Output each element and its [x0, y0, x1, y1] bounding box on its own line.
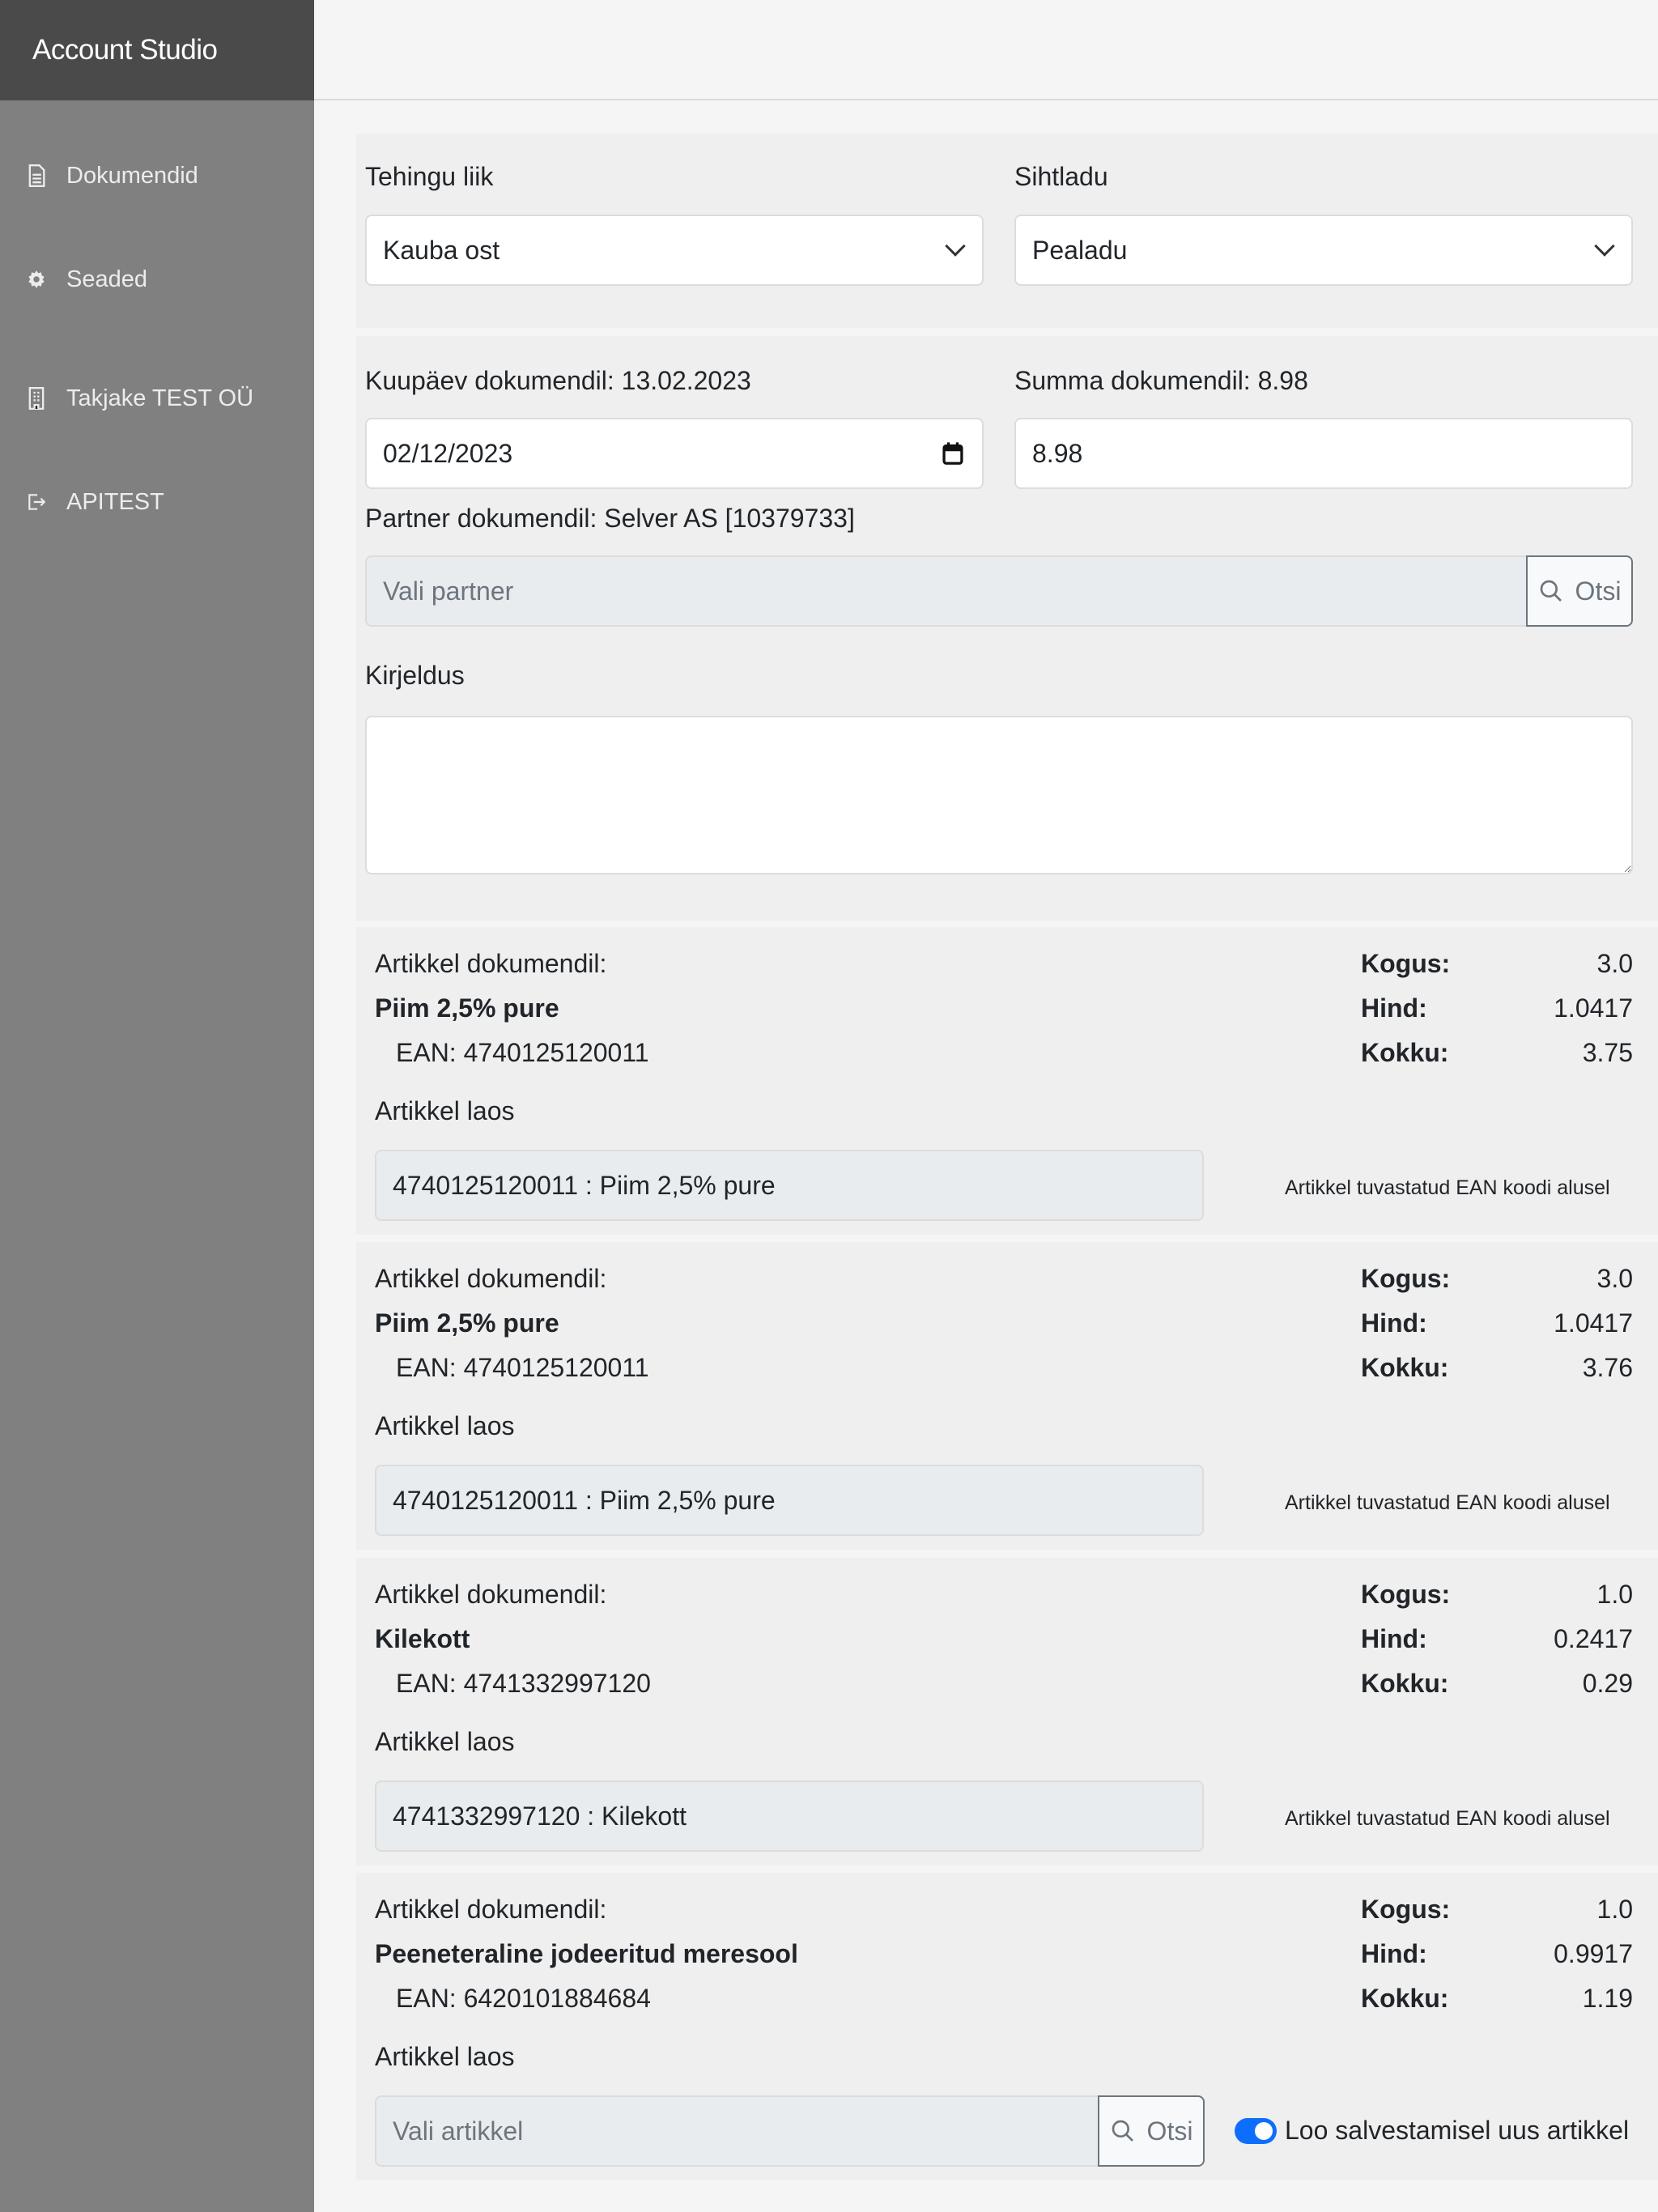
total-value: 3.75 — [1582, 1038, 1633, 1067]
item-doc-label: Artikkel dokumendil: — [375, 1264, 607, 1293]
qty-value: 1.0 — [1596, 1895, 1633, 1924]
price-value: 1.0417 — [1554, 1308, 1633, 1338]
item-ean: EAN: 4741332997120 — [396, 1669, 651, 1698]
item-name: Piim 2,5% pure — [375, 993, 559, 1023]
sidebar-item-label: Dokumendid — [66, 162, 198, 189]
date-value: 02/12/2023 — [383, 438, 513, 468]
sidebar-item-company[interactable]: Takjake TEST OÜ — [0, 374, 314, 423]
chevron-down-icon — [945, 236, 966, 257]
partner-label: Partner dokumendil: Selver AS [10379733] — [365, 504, 855, 533]
search-icon — [1112, 2120, 1133, 2142]
sum-value: 8.98 — [1032, 438, 1083, 468]
partner-input[interactable]: Vali partner — [365, 555, 1528, 627]
search-button-label: Otsi — [1146, 2116, 1193, 2146]
transaction-type-value: Kauba ost — [383, 235, 500, 265]
price-label: Hind: — [1361, 1624, 1427, 1653]
warehouse-value: Pealadu — [1032, 235, 1128, 265]
stock-article-value: 4740125120011 : Piim 2,5% pure — [393, 1170, 776, 1200]
search-button-label: Otsi — [1575, 576, 1622, 606]
date-input[interactable]: 02/12/2023 — [365, 418, 984, 489]
logout-icon — [26, 489, 47, 515]
item-name: Piim 2,5% pure — [375, 1308, 559, 1338]
sidebar-item-label: Seaded — [66, 266, 147, 292]
qty-value: 1.0 — [1596, 1580, 1633, 1609]
gear-icon — [26, 266, 47, 292]
stock-article-value: 4741332997120 : Kilekott — [393, 1801, 687, 1831]
price-label: Hind: — [1361, 1308, 1427, 1338]
stock-article-input[interactable]: Vali artikkel — [375, 2095, 1099, 2167]
item-ean: EAN: 4740125120011 — [396, 1038, 649, 1067]
qty-value: 3.0 — [1596, 949, 1633, 978]
total-value: 0.29 — [1582, 1669, 1633, 1698]
create-article-label: Loo salvestamisel uus artikkel — [1285, 2116, 1630, 2145]
item-doc-label: Artikkel dokumendil: — [375, 1895, 607, 1924]
stock-article-placeholder: Vali artikkel — [393, 2116, 524, 2146]
qty-label: Kogus: — [1361, 1264, 1451, 1293]
stock-article-field[interactable]: 4740125120011 : Piim 2,5% pure — [375, 1465, 1204, 1536]
price-value: 0.9917 — [1554, 1939, 1633, 1968]
sidebar-item-apitest[interactable]: APITEST — [0, 478, 314, 526]
total-value: 1.19 — [1582, 1984, 1633, 2013]
stock-article-value: 4740125120011 : Piim 2,5% pure — [393, 1485, 776, 1515]
partner-search-button[interactable]: Otsi — [1526, 555, 1633, 627]
qty-label: Kogus: — [1361, 949, 1451, 978]
ean-match-note: Artikkel tuvastatud EAN koodi alusel — [1285, 1807, 1610, 1830]
stock-label: Artikkel laos — [375, 1096, 515, 1125]
item-name: Peeneteraline jodeeritud meresool — [375, 1939, 798, 1968]
brand-bar: Account Studio — [0, 0, 314, 100]
item-ean: EAN: 4740125120011 — [396, 1353, 649, 1382]
stock-article-field[interactable]: 4740125120011 : Piim 2,5% pure — [375, 1150, 1204, 1221]
stock-label: Artikkel laos — [375, 1411, 515, 1440]
qty-label: Kogus: — [1361, 1895, 1451, 1924]
building-icon — [26, 385, 47, 411]
price-label: Hind: — [1361, 1939, 1427, 1968]
top-bar — [314, 0, 1658, 100]
transaction-type-select[interactable]: Kauba ost — [365, 215, 984, 286]
price-value: 1.0417 — [1554, 993, 1633, 1023]
sidebar-item-dokumendid[interactable]: Dokumendid — [0, 151, 314, 200]
sum-label: Summa dokumendil: 8.98 — [1014, 366, 1308, 395]
description-label: Kirjeldus — [365, 661, 465, 690]
sum-input[interactable]: 8.98 — [1014, 418, 1633, 489]
app-title: Account Studio — [32, 34, 218, 66]
qty-value: 3.0 — [1596, 1264, 1633, 1293]
create-article-toggle[interactable] — [1235, 2118, 1277, 2144]
qty-label: Kogus: — [1361, 1580, 1451, 1609]
date-label: Kuupäev dokumendil: 13.02.2023 — [365, 366, 751, 395]
calendar-icon[interactable] — [942, 441, 964, 466]
chevron-down-icon — [1594, 236, 1615, 257]
sidebar-item-label: Takjake TEST OÜ — [66, 385, 254, 411]
price-label: Hind: — [1361, 993, 1427, 1023]
warehouse-select[interactable]: Pealadu — [1014, 215, 1633, 286]
stock-label: Artikkel laos — [375, 1727, 515, 1756]
transaction-type-label: Tehingu liik — [365, 162, 494, 191]
total-label: Kokku: — [1361, 1353, 1449, 1382]
stock-label: Artikkel laos — [375, 2042, 515, 2071]
search-icon — [1540, 580, 1562, 602]
ean-match-note: Artikkel tuvastatud EAN koodi alusel — [1285, 1176, 1610, 1199]
item-doc-label: Artikkel dokumendil: — [375, 1580, 607, 1609]
sidebar-item-seaded[interactable]: Seaded — [0, 255, 314, 304]
stock-article-field[interactable]: 4741332997120 : Kilekott — [375, 1780, 1204, 1852]
item-doc-label: Artikkel dokumendil: — [375, 949, 607, 978]
total-value: 3.76 — [1582, 1353, 1633, 1382]
document-icon — [26, 163, 47, 189]
sidebar-item-label: APITEST — [66, 488, 164, 515]
item-ean: EAN: 6420101884684 — [396, 1984, 651, 2013]
warehouse-label: Sihtladu — [1014, 162, 1108, 191]
total-label: Kokku: — [1361, 1669, 1449, 1698]
description-textarea[interactable] — [365, 716, 1633, 874]
article-search-button[interactable]: Otsi — [1098, 2095, 1205, 2167]
sidebar: Account Studio Dokumendid Seaded Takjake… — [0, 0, 314, 2212]
partner-placeholder: Vali partner — [383, 576, 514, 606]
total-label: Kokku: — [1361, 1038, 1449, 1067]
total-label: Kokku: — [1361, 1984, 1449, 2013]
ean-match-note: Artikkel tuvastatud EAN koodi alusel — [1285, 1491, 1610, 1514]
item-name: Kilekott — [375, 1624, 470, 1653]
price-value: 0.2417 — [1554, 1624, 1633, 1653]
